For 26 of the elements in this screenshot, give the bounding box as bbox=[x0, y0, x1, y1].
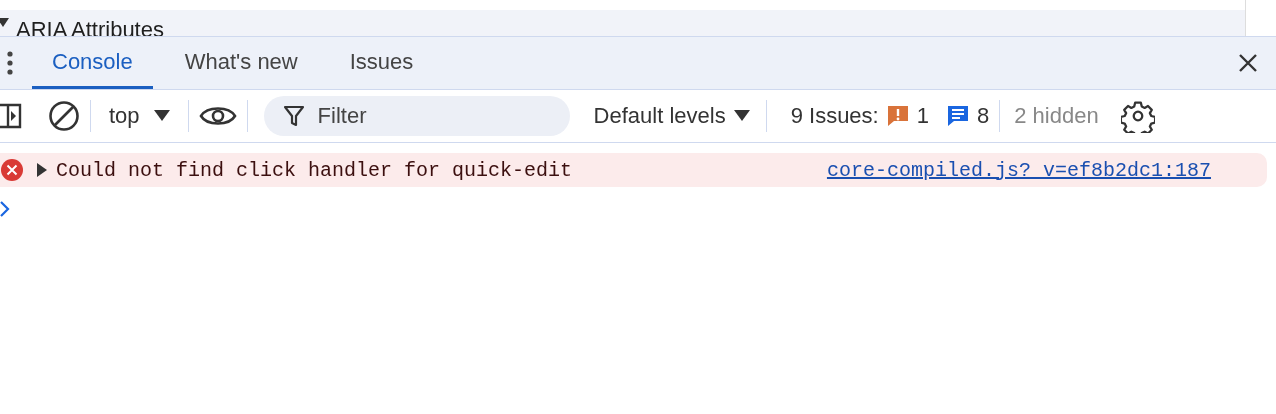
warning-badge-icon[interactable] bbox=[886, 105, 909, 127]
tab[interactable]: Issues bbox=[329, 37, 434, 89]
more-menu-icon[interactable] bbox=[7, 51, 13, 75]
expanded-caret-icon[interactable] bbox=[0, 16, 10, 28]
context-dropdown[interactable]: top bbox=[101, 103, 178, 129]
tab[interactable]: What's new bbox=[164, 37, 318, 89]
issues-label: 9 Issues: bbox=[790, 103, 879, 129]
filter-field[interactable]: Filter bbox=[263, 96, 570, 136]
prompt-icon[interactable] bbox=[0, 201, 10, 217]
tab[interactable]: Console bbox=[32, 37, 153, 89]
filter-icon bbox=[283, 105, 304, 127]
error-icon bbox=[0, 158, 24, 182]
dropdown-caret-icon bbox=[733, 110, 750, 122]
dropdown-caret-icon bbox=[153, 110, 170, 122]
warning-count: 1 bbox=[916, 103, 929, 129]
hidden-count: 2 hidden bbox=[1014, 103, 1099, 129]
settings-icon[interactable] bbox=[1120, 99, 1155, 133]
message-badge-icon[interactable] bbox=[946, 105, 969, 127]
levels-dropdown[interactable]: Default levels bbox=[587, 102, 756, 130]
collapsed-caret-icon[interactable] bbox=[36, 163, 48, 177]
close-icon[interactable] bbox=[1238, 53, 1258, 73]
error-message: Could not find click handler for quick-edit bbox=[56, 158, 573, 182]
clear-console-icon[interactable] bbox=[48, 100, 80, 132]
source-link[interactable]: core-compiled.js?_v=ef8b2dc1:187 bbox=[826, 158, 1211, 182]
info-count: 8 bbox=[976, 103, 990, 129]
sidebar-toggle-icon[interactable] bbox=[0, 103, 22, 129]
